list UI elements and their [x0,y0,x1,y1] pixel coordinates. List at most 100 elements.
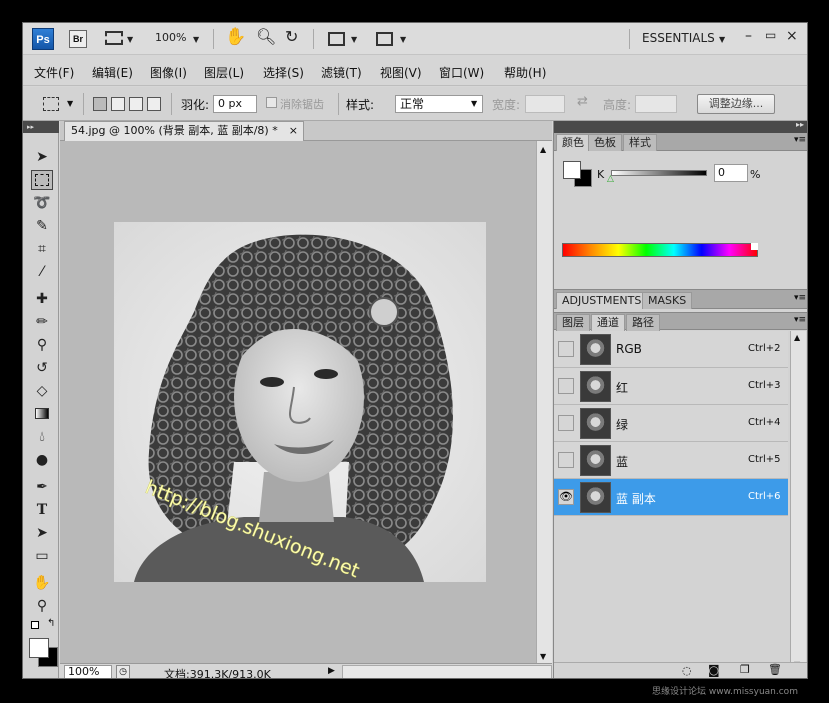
chevron-down-icon[interactable]: ▼ [127,35,133,44]
swap-colors-icon[interactable]: ↰ [47,618,55,629]
vertical-scrollbar[interactable]: ▲ ▼ [536,141,552,663]
screen-mode-icon[interactable] [376,32,393,46]
tab-layers[interactable]: 图层 [556,314,590,331]
zoom-icon[interactable]: 🔍︎ [256,27,276,46]
scroll-up-icon[interactable]: ▲ [794,333,800,342]
chevron-down-icon[interactable]: ▼ [471,99,477,108]
status-zoom-input[interactable]: 100% [64,665,112,678]
color-fg-swatch[interactable] [563,161,581,179]
dodge-tool-icon[interactable]: ● [31,450,53,470]
channel-row-blue-copy[interactable]: 👁︎ 蓝 副本 Ctrl+6 [554,479,788,516]
menu-select[interactable]: 选择(S) [263,64,304,81]
visibility-toggle[interactable] [558,415,574,431]
rotate-view-icon[interactable]: ↻ [285,27,298,46]
maximize-button[interactable]: ▭ [765,28,776,42]
swap-icon[interactable]: ⇄ [577,94,588,109]
path-selection-tool-icon[interactable]: ➤ [31,523,53,543]
chevron-down-icon[interactable]: ▼ [400,35,406,44]
visibility-toggle[interactable] [558,452,574,468]
refine-edge-button[interactable]: 调整边缘... [697,94,775,114]
arrange-documents-icon[interactable] [328,32,345,46]
menu-window[interactable]: 窗口(W) [439,64,484,81]
panel-menu-icon[interactable]: ▾≡ [794,315,806,325]
menu-image[interactable]: 图像(I) [150,64,187,81]
document-image[interactable]: http://blog.shuxiong.net [114,222,486,582]
spectrum-white-swatch[interactable] [751,243,758,250]
add-selection-icon[interactable] [111,97,125,111]
zoom-tool-icon[interactable]: ⚲ [31,596,53,616]
chevron-down-icon[interactable]: ▼ [67,99,73,108]
hand-icon[interactable]: ✋ [225,27,246,47]
default-colors-icon[interactable] [31,621,39,629]
menu-file[interactable]: 文件(F) [34,64,74,81]
status-menu-arrow[interactable]: ▶ [328,666,335,676]
channel-row-blue[interactable]: 蓝 Ctrl+5 [554,442,788,479]
minimize-button[interactable]: – [745,28,752,44]
k-value-input[interactable]: 0 [714,164,748,182]
workspace-switcher[interactable]: ESSENTIALS [642,31,715,45]
visibility-toggle[interactable] [558,378,574,394]
menu-help[interactable]: 帮助(H) [504,64,546,81]
foreground-color-swatch[interactable] [29,638,49,658]
tab-paths[interactable]: 路径 [626,314,660,331]
visibility-toggle[interactable] [558,341,574,357]
channel-row-rgb[interactable]: RGB Ctrl+2 [554,331,788,368]
intersect-selection-icon[interactable] [147,97,161,111]
lasso-tool-icon[interactable]: ➰ [31,193,53,213]
blur-tool-icon[interactable]: 💧︎ [31,427,53,447]
brush-tool-icon[interactable]: ✏ [31,312,53,332]
eye-icon[interactable]: 👁︎ [558,489,574,505]
new-channel-icon[interactable]: ❐ [740,663,750,676]
status-icon[interactable]: ◷ [116,665,130,678]
menu-view[interactable]: 视图(V) [380,64,422,81]
marquee-preset-icon[interactable] [43,97,59,111]
close-button[interactable]: × [786,28,798,44]
collapse-icon[interactable]: ▸▸ [23,121,59,133]
feather-input[interactable]: 0 px [213,95,257,113]
tab-masks[interactable]: MASKS [642,292,693,309]
menu-layer[interactable]: 图层(L) [204,64,244,81]
bridge-button[interactable]: Br [69,30,87,48]
panel-menu-icon[interactable]: ▾≡ [794,135,806,145]
history-brush-tool-icon[interactable]: ↺ [31,358,53,378]
height-input[interactable] [635,95,677,113]
tab-swatches[interactable]: 色板 [588,134,622,151]
collapse-panels-icon[interactable]: ▸▸ [796,120,804,129]
crop-tool-icon[interactable]: ⌗ [31,239,53,259]
hand-tool-icon[interactable]: ✋ [31,573,53,593]
chevron-down-icon[interactable]: ▼ [193,35,199,44]
film-strip-icon[interactable] [105,31,123,45]
antialias-checkbox[interactable] [266,97,277,108]
chevron-down-icon[interactable]: ▼ [351,35,357,44]
move-tool-icon[interactable]: ➤ [31,147,53,167]
eyedropper-tool-icon[interactable]: ⁄ [31,262,53,282]
scroll-up-icon[interactable]: ▲ [540,145,546,154]
shape-tool-icon[interactable]: ▭ [31,546,53,566]
k-slider[interactable] [611,170,707,176]
save-selection-icon[interactable]: ◙ [708,663,720,677]
panel-menu-icon[interactable]: ▾≡ [794,293,806,303]
width-input[interactable] [525,95,565,113]
pen-tool-icon[interactable]: ✒ [31,477,53,497]
horizontal-scrollbar[interactable] [342,665,552,678]
channel-row-green[interactable]: 绿 Ctrl+4 [554,405,788,442]
style-select[interactable]: 正常 [395,95,483,113]
color-spectrum-bar[interactable] [562,243,758,257]
k-slider-thumb[interactable]: △ [607,174,614,184]
channel-row-red[interactable]: 红 Ctrl+3 [554,368,788,405]
clone-stamp-tool-icon[interactable]: ⚲ [31,335,53,355]
load-selection-icon[interactable]: ◌ [682,664,692,677]
type-tool-icon[interactable]: T [31,500,53,520]
menu-edit[interactable]: 编辑(E) [92,64,133,81]
rectangular-marquee-tool-icon[interactable] [31,170,53,190]
tab-styles[interactable]: 样式 [623,134,657,151]
tab-color[interactable]: 颜色 [556,134,590,151]
tab-channels[interactable]: 通道 [591,314,625,331]
delete-channel-icon[interactable]: 🗑︎ [768,663,782,676]
new-selection-icon[interactable] [93,97,107,111]
document-tab[interactable]: 54.jpg @ 100% (背景 副本, 蓝 副本/8) * × [64,121,304,141]
menu-filter[interactable]: 滤镜(T) [321,64,362,81]
close-tab-icon[interactable]: × [289,122,298,140]
zoom-level-select[interactable]: 100% [155,31,186,44]
healing-brush-tool-icon[interactable]: ✚ [31,289,53,309]
